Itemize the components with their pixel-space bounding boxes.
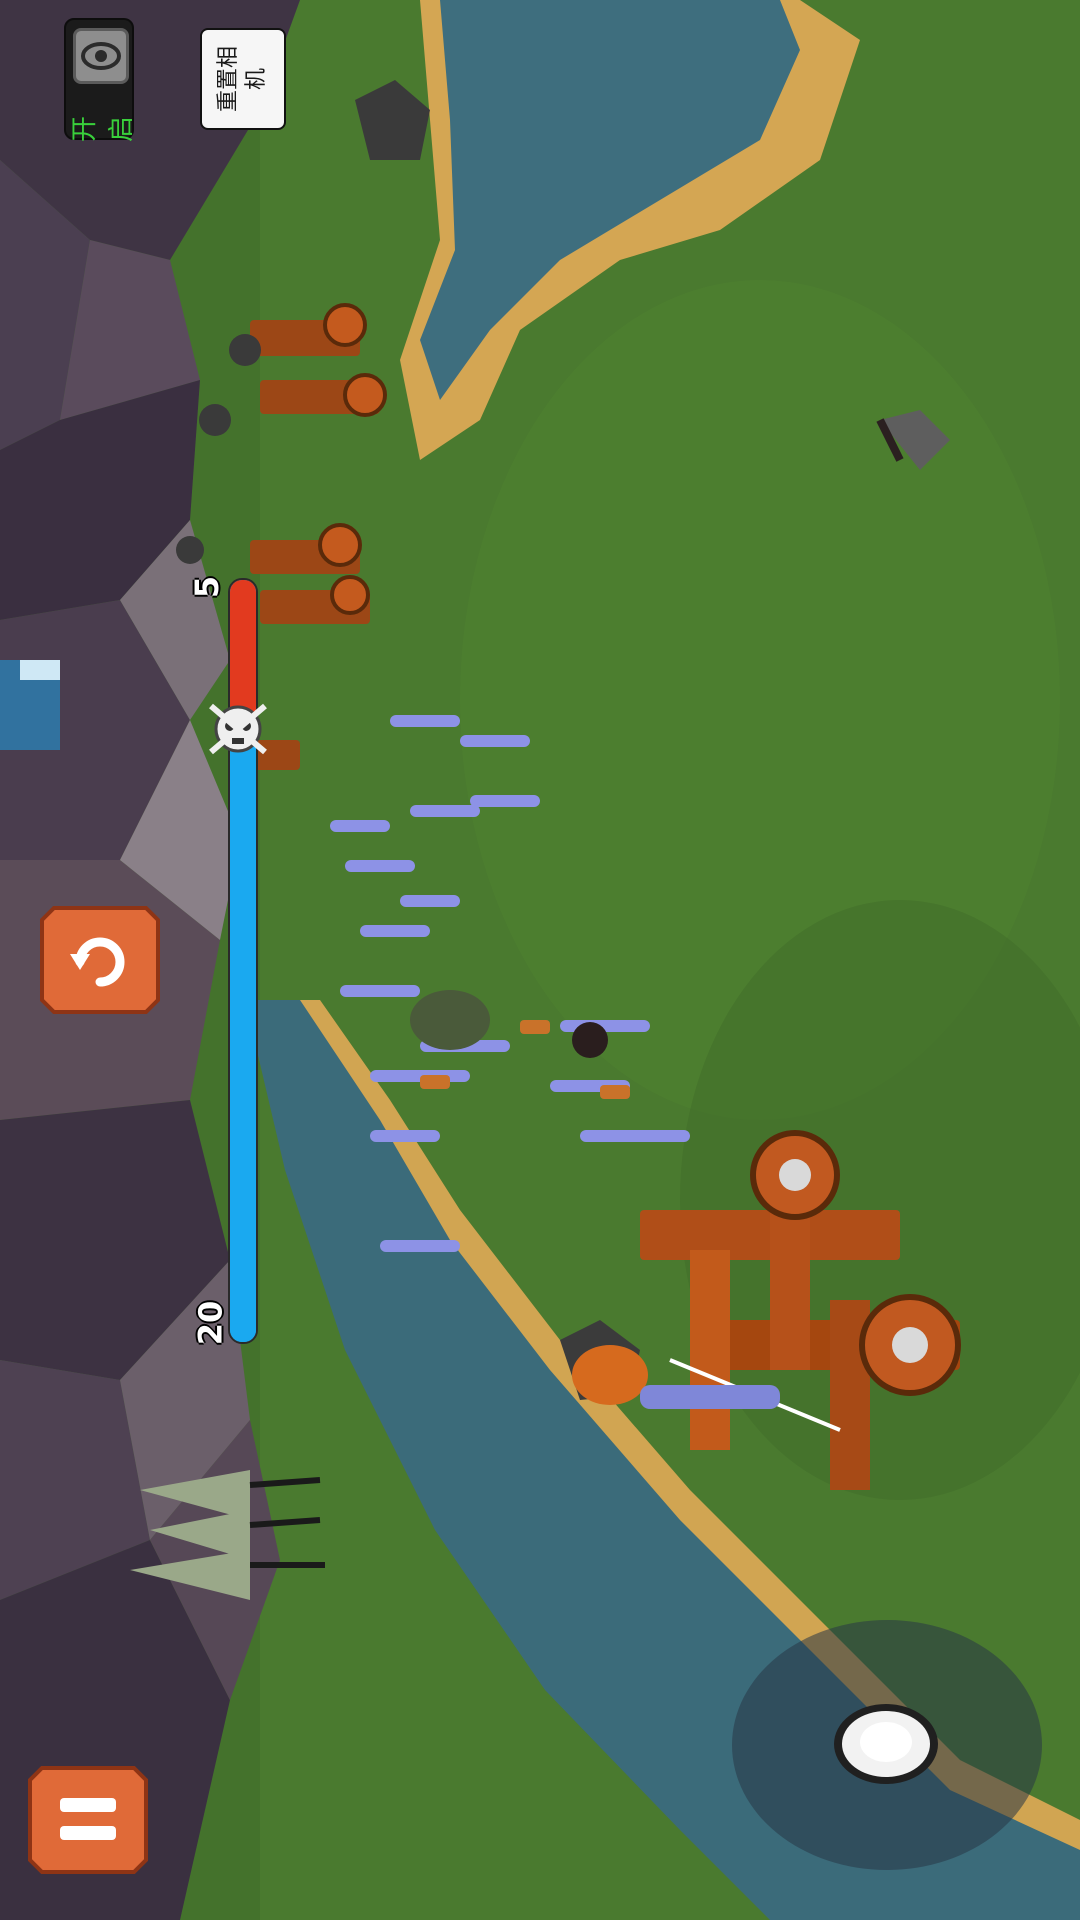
- eye-icon: [73, 28, 129, 84]
- camera-toggle[interactable]: 开启: [64, 18, 137, 142]
- joystick-icon[interactable]: [830, 1700, 942, 1788]
- enemy-count: 5: [188, 575, 227, 599]
- pause-icon: [28, 1766, 148, 1874]
- pause-button[interactable]: [28, 1764, 148, 1876]
- restart-icon: [40, 906, 160, 1014]
- ally-count: 20: [191, 1300, 230, 1346]
- restart-button[interactable]: [40, 904, 160, 1016]
- camera-toggle-label: 开启: [70, 116, 137, 143]
- reset-camera-label: 重置相机: [216, 46, 269, 113]
- army-balance-bar: [228, 578, 258, 1344]
- skull-icon: [205, 696, 271, 762]
- ally-army-bar: [230, 732, 256, 1342]
- reset-camera-button[interactable]: 重置相机: [200, 28, 286, 130]
